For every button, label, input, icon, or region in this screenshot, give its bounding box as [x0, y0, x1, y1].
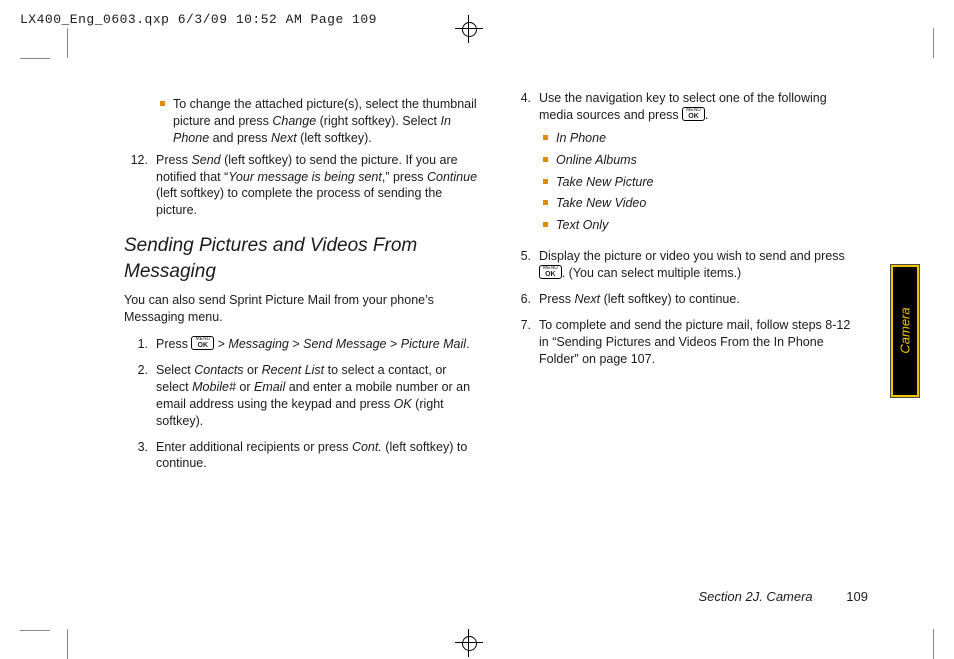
bullet-item: Online Albums [539, 152, 862, 169]
text: Select [156, 363, 194, 377]
step-3: 3. Enter additional recipients or press … [124, 439, 479, 473]
menu-ok-icon: MENUOK [191, 336, 214, 350]
text: Mobile# [192, 380, 236, 394]
text: > [214, 337, 228, 351]
text: > [289, 337, 303, 351]
step-number: 4. [507, 90, 539, 239]
menu-ok-icon: MENUOK [539, 265, 562, 279]
bullet-item: Take New Video [539, 195, 862, 212]
text: Press [156, 153, 191, 167]
page: LX400_Eng_0603.qxp 6/3/09 10:52 AM Page … [0, 0, 954, 659]
step-number: 12. [124, 152, 156, 220]
bullet-item: In Phone [539, 130, 862, 147]
text: Text Only [556, 217, 608, 234]
step-number: 2. [124, 362, 156, 430]
cropmark [933, 28, 934, 58]
text: To complete and send the picture mail, f… [539, 317, 862, 368]
step-number: 7. [507, 317, 539, 368]
register-icon [455, 629, 483, 657]
register-icon [455, 15, 483, 43]
text: Your message is being sent [228, 170, 382, 184]
step-number: 6. [507, 291, 539, 308]
text: Take New Picture [556, 174, 654, 191]
bullet-item: Text Only [539, 217, 862, 234]
slug-line: LX400_Eng_0603.qxp 6/3/09 10:52 AM Page … [20, 12, 377, 27]
text: Contacts [194, 363, 243, 377]
text: In Phone [556, 130, 606, 147]
text: (left softkey) to complete the process o… [156, 186, 442, 217]
text: or [236, 380, 254, 394]
text: or [244, 363, 262, 377]
step-12: 12. Press Send (left softkey) to send th… [124, 152, 479, 220]
text: Continue [427, 170, 477, 184]
text: Cont. [352, 440, 382, 454]
footer: Section 2J. Camera 109 [699, 589, 869, 604]
step-6: 6. Press Next (left softkey) to continue… [507, 291, 862, 308]
text: Next [574, 292, 600, 306]
text: Change [272, 114, 316, 128]
text: Send Message [303, 337, 386, 351]
text: OK [394, 397, 412, 411]
text: Email [254, 380, 285, 394]
step-7: 7. To complete and send the picture mail… [507, 317, 862, 368]
cropmark [20, 630, 50, 631]
text: Picture Mail [401, 337, 466, 351]
text: (left softkey). [297, 131, 372, 145]
left-column: To change the attached picture(s), selec… [124, 90, 479, 481]
text: and press [209, 131, 271, 145]
section-heading: Sending Pictures and Videos From Messagi… [124, 233, 479, 284]
text: . [705, 108, 708, 122]
cropmark [67, 629, 68, 659]
tab-label: Camera [898, 301, 913, 361]
text: Recent List [262, 363, 325, 377]
text: Next [271, 131, 297, 145]
text: Take New Video [556, 195, 646, 212]
intro-text: You can also send Sprint Picture Mail fr… [124, 292, 479, 326]
text: ,” press [382, 170, 427, 184]
content-area: To change the attached picture(s), selec… [124, 90, 874, 481]
text: Online Albums [556, 152, 637, 169]
text: (right softkey). Select [316, 114, 440, 128]
step-number: 3. [124, 439, 156, 473]
text: Press [539, 292, 574, 306]
text: Messaging [228, 337, 288, 351]
bullet-item: To change the attached picture(s), selec… [156, 96, 479, 147]
text: . (You can select multiple items.) [562, 266, 741, 280]
text: (left softkey) to continue. [600, 292, 740, 306]
right-column: 4. Use the navigation key to select one … [507, 90, 862, 481]
text: . [466, 337, 469, 351]
text: > [387, 337, 401, 351]
cropmark [20, 58, 50, 59]
text: Display the picture or video you wish to… [539, 249, 845, 263]
section-tab: Camera [891, 265, 919, 397]
step-5: 5. Display the picture or video you wish… [507, 248, 862, 282]
text: Send [191, 153, 220, 167]
step-1: 1. Press MENUOK > Messaging > Send Messa… [124, 336, 479, 353]
cropmark [67, 28, 68, 58]
menu-ok-icon: MENUOK [682, 107, 705, 121]
step-2: 2. Select Contacts or Recent List to sel… [124, 362, 479, 430]
page-number: 109 [846, 589, 868, 604]
step-number: 5. [507, 248, 539, 282]
step-4: 4. Use the navigation key to select one … [507, 90, 862, 239]
footer-section: Section 2J. Camera [699, 589, 813, 604]
step-number: 1. [124, 336, 156, 353]
bullet-item: Take New Picture [539, 174, 862, 191]
text: Enter additional recipients or press [156, 440, 352, 454]
cropmark [933, 629, 934, 659]
text: Press [156, 337, 191, 351]
